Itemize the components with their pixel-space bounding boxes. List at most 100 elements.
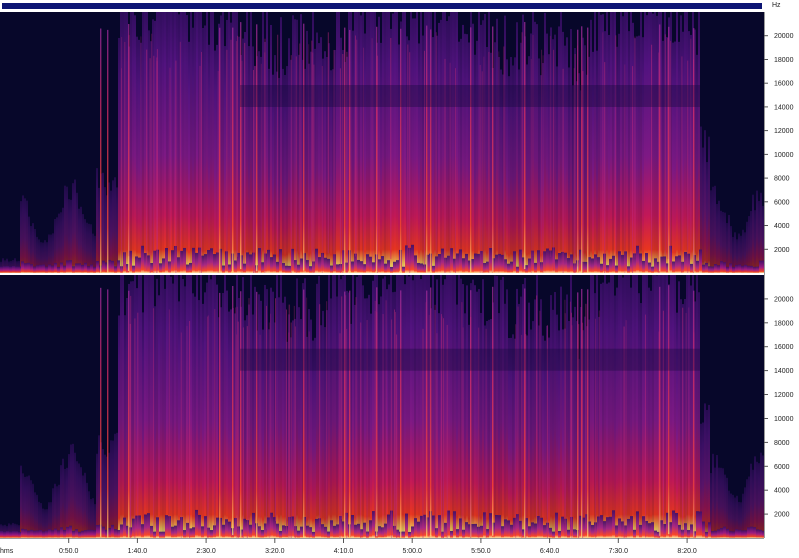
low-frequency-energy — [711, 531, 714, 538]
spectral-column — [482, 279, 484, 538]
low-frequency-energy — [21, 261, 24, 273]
spectral-column — [702, 147, 704, 273]
spectral-column — [690, 285, 692, 538]
spectral-column — [338, 12, 340, 273]
spectral-column — [570, 29, 572, 273]
spectral-column — [146, 275, 148, 538]
low-frequency-energy — [726, 528, 729, 538]
spectral-column — [706, 162, 708, 273]
spectral-streak — [585, 303, 587, 527]
low-frequency-energy — [642, 516, 645, 538]
spectral-column — [596, 275, 598, 538]
low-frequency-energy — [540, 517, 543, 538]
low-frequency-energy — [567, 258, 570, 273]
spectral-column — [380, 296, 382, 538]
low-frequency-energy — [696, 511, 699, 538]
low-frequency-energy — [663, 256, 666, 273]
low-frequency-energy — [45, 530, 48, 538]
low-frequency-energy — [384, 523, 387, 538]
overview-scrollbar[interactable] — [0, 0, 764, 12]
spectral-column — [88, 223, 90, 273]
low-frequency-energy — [54, 262, 57, 273]
low-frequency-energy — [516, 266, 519, 273]
spectral-column — [448, 275, 450, 538]
low-frequency-energy — [639, 524, 642, 538]
spectral-column — [78, 463, 80, 538]
spectral-column — [684, 12, 686, 273]
low-frequency-energy — [372, 262, 375, 273]
spectral-streak — [333, 50, 335, 271]
low-frequency-energy — [357, 259, 360, 273]
spectral-column — [564, 45, 566, 274]
transient-streak — [492, 286, 494, 536]
spectral-column — [120, 275, 122, 538]
low-frequency-energy — [114, 266, 117, 273]
low-frequency-energy — [636, 245, 639, 273]
transient-streak — [256, 24, 258, 272]
spectral-column — [612, 12, 614, 273]
low-frequency-energy — [528, 258, 531, 273]
overview-thumb[interactable] — [2, 3, 762, 9]
spectral-column — [534, 21, 536, 273]
low-frequency-energy — [351, 261, 354, 273]
spectral-streak — [206, 316, 208, 538]
spectral-column — [58, 213, 60, 273]
low-frequency-energy — [195, 509, 198, 538]
spectral-column — [156, 278, 158, 538]
low-frequency-energy — [63, 529, 66, 538]
low-frequency-energy — [387, 260, 390, 273]
low-frequency-energy — [441, 248, 444, 273]
spectral-column — [750, 211, 752, 273]
spectral-column — [398, 44, 400, 274]
spectral-column — [210, 279, 212, 538]
low-frequency-energy — [171, 526, 174, 538]
low-frequency-energy — [660, 256, 663, 273]
spectrogram-area[interactable] — [0, 12, 764, 538]
spectral-column — [394, 12, 396, 273]
low-frequency-energy — [6, 266, 9, 273]
spectral-column — [652, 275, 654, 538]
spectral-column — [96, 168, 98, 273]
spectral-column — [132, 281, 134, 538]
low-frequency-energy — [720, 261, 723, 273]
low-frequency-energy — [729, 263, 732, 273]
time-tick-label: 0:50.0 — [59, 548, 79, 555]
low-frequency-energy — [564, 252, 567, 273]
low-frequency-energy — [165, 515, 168, 538]
spectral-column — [392, 292, 394, 538]
spectral-column — [622, 16, 624, 273]
spectral-streak — [598, 310, 600, 534]
low-frequency-energy — [432, 265, 435, 273]
low-frequency-energy — [183, 530, 186, 538]
spectral-streak — [201, 52, 202, 273]
low-frequency-energy — [57, 266, 60, 273]
low-frequency-energy — [135, 256, 138, 273]
low-frequency-energy — [63, 265, 66, 273]
frequency-tick-label: 20000 — [774, 33, 794, 40]
spectral-streak — [327, 32, 329, 254]
spectral-column — [64, 468, 66, 538]
spectral-column — [230, 309, 232, 538]
low-frequency-energy — [81, 530, 84, 538]
low-frequency-energy — [699, 249, 702, 273]
spectral-column — [608, 34, 610, 273]
spectral-streak — [662, 310, 664, 534]
low-frequency-energy — [195, 252, 198, 273]
low-frequency-energy — [39, 264, 42, 273]
spectral-column — [212, 275, 214, 538]
low-frequency-energy — [117, 529, 120, 538]
spectral-column — [196, 12, 198, 273]
low-frequency-energy — [597, 257, 600, 273]
spectral-streak — [428, 314, 430, 538]
spectral-column — [450, 275, 452, 538]
spectral-column — [76, 192, 78, 273]
low-frequency-energy — [489, 248, 492, 273]
spectral-column — [480, 312, 482, 538]
spectral-column — [630, 12, 632, 273]
spectral-column — [554, 292, 556, 538]
spectral-column — [388, 284, 390, 538]
low-frequency-energy — [396, 260, 399, 273]
low-frequency-energy — [723, 262, 726, 273]
spectral-column — [584, 45, 586, 274]
spectral-streak — [236, 334, 238, 538]
